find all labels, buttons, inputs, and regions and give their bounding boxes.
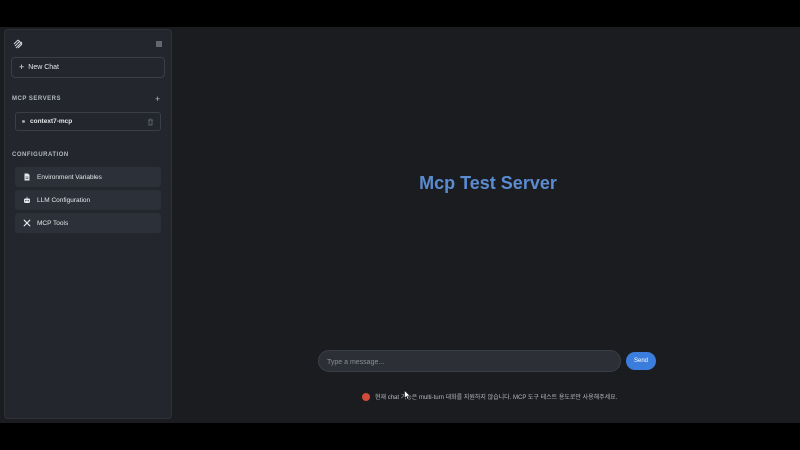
send-button[interactable]: Send [626, 352, 656, 370]
warning-icon [362, 392, 370, 401]
menu-icon[interactable] [154, 39, 164, 49]
message-input-container [318, 350, 621, 373]
config-item-label: Environment Variables [37, 173, 102, 181]
server-name: context7-mcp [30, 118, 73, 125]
config-item-mcp-tools[interactable]: MCP Tools [15, 213, 161, 233]
trash-icon[interactable] [147, 118, 154, 126]
new-chat-button[interactable]: + New Chat [11, 57, 165, 78]
message-input[interactable] [319, 352, 620, 373]
config-item-llm-configuration[interactable]: LLM Configuration [15, 190, 161, 210]
config-item-label: LLM Configuration [37, 196, 91, 204]
server-item-context7-mcp[interactable]: context7-mcp [15, 112, 161, 131]
tools-icon [23, 219, 31, 227]
logo-icon [13, 39, 23, 49]
notice-banner: 현재 chat 기능은 multi-turn 대화를 지원하지 않습니다. MC… [362, 392, 617, 401]
page-title: Mcp Test Server [419, 173, 557, 193]
config-item-environment-variables[interactable]: Environment Variables [15, 167, 161, 187]
mcp-servers-heading: MCP SERVERS [12, 96, 61, 102]
sidebar: + New Chat MCP SERVERS + context7-mcp CO… [4, 29, 172, 419]
mouse-cursor-icon [404, 390, 411, 400]
document-icon [24, 173, 30, 181]
app-window: + New Chat MCP SERVERS + context7-mcp CO… [0, 27, 800, 423]
plus-icon: + [19, 62, 25, 72]
new-chat-label: New Chat [28, 64, 59, 71]
configuration-heading: CONFIGURATION [12, 152, 69, 158]
notice-text: 현재 chat 기능은 multi-turn 대화를 지원하지 않습니다. MC… [375, 395, 618, 401]
add-server-icon[interactable]: + [155, 95, 160, 104]
status-dot-icon [22, 120, 25, 123]
robot-icon [24, 196, 30, 203]
config-item-label: MCP Tools [37, 219, 69, 227]
